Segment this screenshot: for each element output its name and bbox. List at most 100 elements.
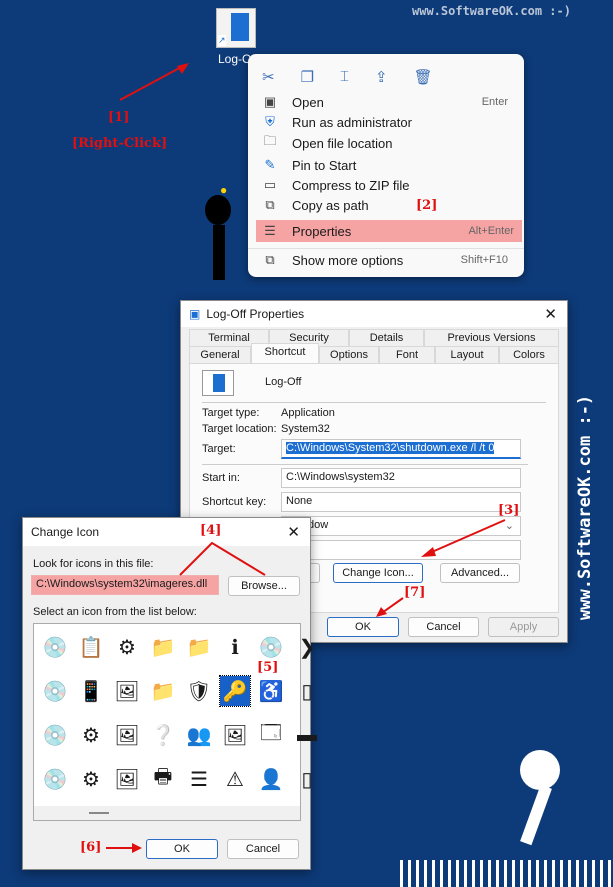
printer-icon[interactable]: 🖶 xyxy=(148,764,178,794)
context-toolbar: ✂ ❐ ⌶ ⇪ 🗑 xyxy=(262,68,433,86)
dialog-title: Change Icon xyxy=(31,525,100,539)
music-cd-icon[interactable]: 💿 xyxy=(256,632,286,662)
watermark-top: www.SoftwareOK.com :-) xyxy=(412,4,571,18)
running-figure-image xyxy=(480,720,590,870)
menu-item-open[interactable]: ▣ Open Enter xyxy=(256,92,516,112)
desktop-shortcut-icon[interactable]: ↗ xyxy=(216,8,256,48)
drive-help-icon[interactable]: ❔ xyxy=(148,720,178,750)
horizontal-scrollbar[interactable] xyxy=(34,806,300,820)
icon-list[interactable]: 💿 📋 ⚙ 📁 📁 ℹ 💿 ❯ 💿 📱 🖼 📁 🛡 🔑 ♿ ▯ 💿 ⚙ 🖼 ❔ 👥 🖼 🗔 ▬ 💿 ⚙ 🖼 🖶 ☰ ⚠ 👤 ▯ xyxy=(33,623,317,821)
picture-icon[interactable]: 🖼 xyxy=(112,720,142,750)
uac-shield-icon[interactable]: 🛡 xyxy=(184,676,214,706)
tab-colors[interactable]: Colors xyxy=(499,346,559,363)
cd-rom-icon[interactable]: 💿 xyxy=(40,720,70,750)
start-in-label: Start in: xyxy=(202,472,240,484)
watermark-side: www.SoftwareOK.com :-) xyxy=(575,394,595,620)
window-cd-icon[interactable]: 🗔 xyxy=(256,720,286,750)
close-x-icon[interactable]: ❯ xyxy=(292,632,322,662)
picture-icon[interactable]: 🖼 xyxy=(220,720,250,750)
settings-file-icon[interactable]: ⚙ xyxy=(76,720,106,750)
key-icon[interactable]: 🔑 xyxy=(219,675,251,707)
arrow-1 xyxy=(119,63,189,101)
target-location-value: System32 xyxy=(281,423,330,435)
target-input[interactable]: C:\Windows\System32\shutdown.exe /l /t 0 xyxy=(281,439,521,459)
rename-icon[interactable]: ⌶ xyxy=(340,68,349,86)
arrow-4 xyxy=(179,541,266,576)
menu-item-run-as-admin[interactable]: ⛨ Run as administrator xyxy=(256,112,516,132)
accessibility-icon[interactable]: ♿ xyxy=(256,676,286,706)
tab-layout[interactable]: Layout xyxy=(435,346,499,363)
network-folder-icon[interactable]: 📁 xyxy=(148,632,178,662)
drive-icon[interactable]: ▬ xyxy=(292,720,322,750)
target-location-label: Target location: xyxy=(202,423,277,435)
menu-item-compress-zip[interactable]: ▭ Compress to ZIP file xyxy=(256,175,516,195)
doc-icon[interactable]: ▯ xyxy=(292,676,322,706)
ok-button[interactable]: OK xyxy=(146,839,218,859)
document-icon[interactable]: 📋 xyxy=(76,632,106,662)
share-icon[interactable]: ⇪ xyxy=(375,68,388,86)
phone-icon[interactable]: 📱 xyxy=(76,676,106,706)
cd-r-icon[interactable]: 💿 xyxy=(40,676,70,706)
start-in-input[interactable]: C:\Windows\system32 xyxy=(281,468,521,488)
menu-item-show-more-options[interactable]: ⧉ Show more options Shift+F10 xyxy=(256,250,516,270)
tab-details[interactable]: Details xyxy=(349,329,424,346)
tab-shortcut[interactable]: Shortcut xyxy=(251,343,319,363)
cd-icon[interactable]: 💿 xyxy=(40,632,70,662)
apply-button[interactable]: Apply xyxy=(488,617,559,637)
cancel-button[interactable]: Cancel xyxy=(227,839,299,859)
properties-titlebar: ▣ Log-Off Properties xyxy=(181,301,567,327)
menu-item-copy-as-path[interactable]: ⧉ Copy as path xyxy=(256,195,516,215)
tab-options[interactable]: Options xyxy=(319,346,379,363)
shortcut-key-input[interactable]: None xyxy=(281,492,521,512)
server-icon[interactable]: ☰ xyxy=(184,764,214,794)
properties-icon: ☰ xyxy=(264,223,276,238)
shortcut-key-label: Shortcut key: xyxy=(202,496,267,508)
menu-item-pin-to-start[interactable]: ✎ Pin to Start xyxy=(256,155,516,175)
context-menu: ✂ ❐ ⌶ ⇪ 🗑 ▣ Open Enter ⛨ Run as administrator 🗀… xyxy=(248,54,524,277)
change-icon-button[interactable]: Change Icon... xyxy=(333,563,423,583)
shortcut-small-icon: ▣ xyxy=(189,307,201,321)
cancel-button[interactable]: Cancel xyxy=(408,617,479,637)
close-icon[interactable]: ✕ xyxy=(287,523,300,541)
target-label: Target: xyxy=(202,443,236,455)
close-icon[interactable]: ✕ xyxy=(544,305,557,323)
user-icon[interactable]: 👤 xyxy=(256,764,286,794)
look-for-icons-label: Look for icons in this file: xyxy=(33,558,154,570)
tab-font[interactable]: Font xyxy=(379,346,435,363)
settings-window-icon[interactable]: ⚙ xyxy=(76,764,106,794)
users-icon[interactable]: 👥 xyxy=(184,720,214,750)
delete-icon[interactable]: 🗑 xyxy=(414,68,433,86)
annotation-5: [5] xyxy=(257,660,279,675)
menu-item-open-file-location[interactable]: 🗀 Open file location xyxy=(256,133,516,153)
device-icon[interactable]: ▯ xyxy=(292,764,322,794)
dialog-title: Log-Off Properties xyxy=(206,307,305,321)
picture-icon[interactable]: 🖼 xyxy=(112,764,142,794)
annotation-6: [6] xyxy=(80,840,102,855)
shield-icon: ⛨ xyxy=(265,114,275,129)
settings-file-icon[interactable]: ⚙ xyxy=(112,632,142,662)
warning-icon[interactable]: ⚠ xyxy=(220,764,250,794)
network-folder-icon[interactable]: 📁 xyxy=(148,676,178,706)
menu-item-properties[interactable]: ☰ Properties Alt+Enter xyxy=(256,220,522,242)
path-icon: ⧉ xyxy=(265,197,275,212)
cut-icon[interactable]: ✂ xyxy=(262,68,275,86)
advanced-button[interactable]: Advanced... xyxy=(440,563,520,583)
picture-icon[interactable]: 🖼 xyxy=(112,676,142,706)
copy-icon[interactable]: ❐ xyxy=(301,68,314,86)
annotation-1: [1] xyxy=(108,110,130,125)
folder-icon: 🗀 xyxy=(263,133,277,148)
annotation-2: [2] xyxy=(416,198,438,213)
shortcut-name: Log-Off xyxy=(265,376,302,388)
tab-general[interactable]: General xyxy=(189,346,251,363)
font-folder-icon[interactable]: 📁 xyxy=(184,632,214,662)
target-type-value: Application xyxy=(281,407,335,419)
ok-button[interactable]: OK xyxy=(327,617,399,637)
zip-icon: ▭ xyxy=(263,177,277,192)
arrow-7 xyxy=(376,597,404,617)
info-icon[interactable]: ℹ xyxy=(220,632,250,662)
annotation-right-click: [Right-Click] xyxy=(72,136,168,151)
tab-previous-versions[interactable]: Previous Versions xyxy=(424,329,559,346)
cd-rw-icon[interactable]: 💿 xyxy=(40,764,70,794)
arrow-6 xyxy=(106,843,142,853)
more-options-icon: ⧉ xyxy=(265,252,275,267)
